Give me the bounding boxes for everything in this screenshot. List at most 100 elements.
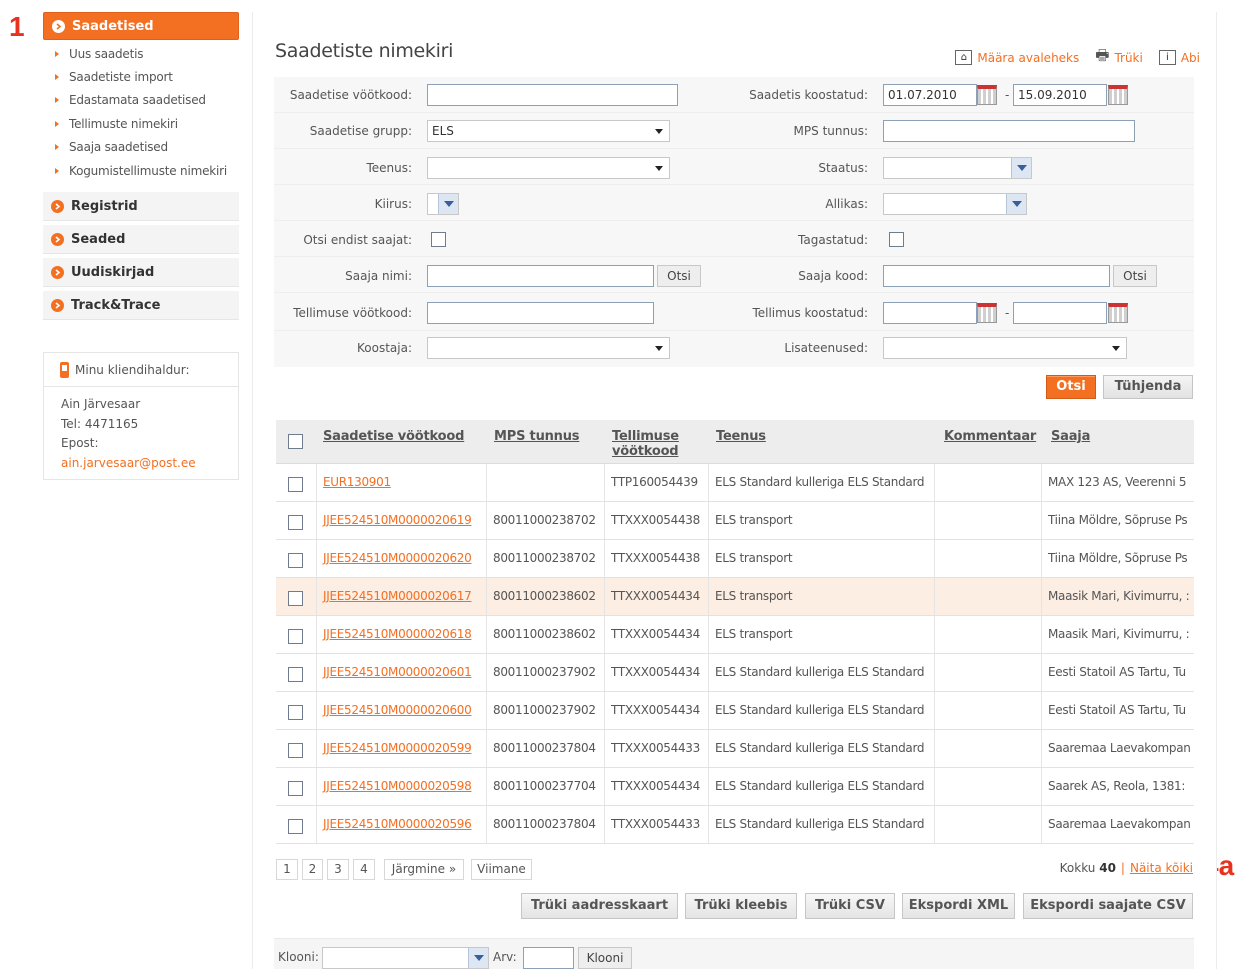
- count-input[interactable]: [523, 947, 574, 969]
- sidebar-item-uudiskirjad[interactable]: Uudiskirjad: [43, 258, 239, 288]
- clone-button[interactable]: Klooni: [578, 947, 632, 969]
- shipment-link[interactable]: JJEE524510M0000020600: [323, 703, 472, 717]
- table-row[interactable]: JJEE524510M0000020620 80011000238702 TTXXX…: [276, 540, 1194, 578]
- table-row[interactable]: JJEE524510M0000020619 80011000238702 TTXXX…: [276, 502, 1194, 540]
- recipient-code-search-button[interactable]: Otsi: [1113, 265, 1157, 287]
- sidebar-subitem-orders[interactable]: Tellimuste nimekiri: [55, 112, 239, 135]
- table-row[interactable]: JJEE524510M0000020598 80011000237704 TTXXX…: [276, 768, 1194, 806]
- order-date-from-input[interactable]: [883, 302, 977, 324]
- table-row[interactable]: EUR130901 TTP160054439 ELS Standard kuller…: [276, 464, 1194, 502]
- page-2[interactable]: 2: [302, 859, 323, 880]
- sidebar-subitem-new[interactable]: Uus saadetis: [55, 42, 239, 65]
- shipment-link[interactable]: JJEE524510M0000020596: [323, 817, 472, 831]
- source-select[interactable]: [883, 193, 1027, 215]
- row-checkbox[interactable]: [288, 781, 303, 796]
- returned-checkbox[interactable]: [889, 232, 904, 247]
- next-page[interactable]: Järgmine »: [384, 859, 464, 880]
- page-3[interactable]: 3: [327, 859, 349, 880]
- print-label-button[interactable]: Trüki kleebis: [685, 893, 797, 919]
- recipient-search-button[interactable]: Otsi: [657, 265, 701, 287]
- sidebar-item-saadetised[interactable]: Saadetised: [43, 12, 239, 40]
- col-mps[interactable]: MPS tunnus: [494, 429, 580, 444]
- calendar-icon[interactable]: [977, 303, 997, 323]
- table-row[interactable]: JJEE524510M0000020617 80011000238602 TTXXX…: [276, 578, 1194, 616]
- row-checkbox[interactable]: [288, 743, 303, 758]
- table-row[interactable]: JJEE524510M0000020618 80011000238602 TTXXX…: [276, 616, 1194, 654]
- print-csv-button[interactable]: Trüki CSV: [805, 893, 895, 919]
- mps-input[interactable]: [883, 120, 1135, 142]
- clear-button[interactable]: Tühjenda: [1103, 375, 1193, 399]
- recipient-code-input[interactable]: [883, 265, 1110, 287]
- row-checkbox[interactable]: [288, 705, 303, 720]
- clone-select[interactable]: [322, 947, 489, 969]
- order-barcode-input[interactable]: [427, 302, 654, 324]
- shipment-link[interactable]: JJEE524510M0000020617: [323, 589, 472, 603]
- page-4[interactable]: 4: [353, 859, 375, 880]
- show-all-link[interactable]: Näita kõiki: [1130, 861, 1193, 875]
- recipient-name-input[interactable]: [427, 265, 654, 287]
- group-select[interactable]: ELS: [427, 120, 670, 142]
- search-button[interactable]: Otsi: [1046, 375, 1096, 399]
- sidebar-subitem-collection[interactable]: Kogumistellimuste nimekiri: [55, 159, 239, 182]
- table-cell: 80011000237804: [486, 806, 604, 843]
- shipment-link[interactable]: JJEE524510M0000020619: [323, 513, 472, 527]
- calendar-icon[interactable]: [977, 85, 997, 105]
- status-select[interactable]: [883, 157, 1032, 179]
- date-from-input[interactable]: 01.07.2010: [883, 84, 977, 106]
- shipment-link[interactable]: JJEE524510M0000020618: [323, 627, 472, 641]
- table-cell: EUR130901: [316, 464, 486, 501]
- page-1[interactable]: 1: [276, 859, 298, 880]
- export-xml-button[interactable]: Ekspordi XML: [902, 893, 1015, 919]
- manager-email-link[interactable]: ain.jarvesaar@post.ee: [61, 456, 196, 470]
- cell-text: 80011000237902: [493, 703, 596, 717]
- sidebar-subitem-unsent[interactable]: Edastamata saadetised: [55, 89, 239, 112]
- print-address-card-button[interactable]: Trüki aadresskaart: [521, 893, 678, 919]
- export-recipients-csv-button[interactable]: Ekspordi saajate CSV: [1023, 893, 1193, 919]
- table-row[interactable]: JJEE524510M0000020596 80011000237804 TTXXX…: [276, 806, 1194, 844]
- chevron-right-icon: [52, 19, 65, 33]
- barcode-input[interactable]: [427, 84, 678, 106]
- calendar-icon[interactable]: [1108, 85, 1128, 105]
- select-all-checkbox[interactable]: [288, 434, 303, 449]
- table-row[interactable]: JJEE524510M0000020600 80011000237902 TTXXX…: [276, 692, 1194, 730]
- col-service[interactable]: Teenus: [716, 429, 766, 444]
- col-order-barcode[interactable]: Tellimuse vöötkood: [612, 429, 702, 459]
- help-link[interactable]: i Abi: [1158, 45, 1200, 70]
- cell-text: Tiina Möldre, Sõpruse Ps: [1048, 551, 1188, 565]
- shipment-link[interactable]: EUR130901: [323, 475, 391, 489]
- row-checkbox[interactable]: [288, 629, 303, 644]
- row-checkbox[interactable]: [288, 553, 303, 568]
- sidebar-item-seaded[interactable]: Seaded: [43, 225, 239, 255]
- arrow-right-icon: [55, 120, 59, 127]
- set-homepage-link[interactable]: ⌂ Määra avaleheks: [955, 45, 1079, 70]
- shipment-link[interactable]: JJEE524510M0000020620: [323, 551, 472, 565]
- speed-select[interactable]: [427, 193, 459, 215]
- service-select[interactable]: [427, 157, 670, 179]
- row-checkbox[interactable]: [288, 515, 303, 530]
- table-cell: TTXXX0054434: [604, 768, 708, 805]
- former-recipient-checkbox[interactable]: [431, 232, 446, 247]
- print-link[interactable]: 🖶 Trüki: [1095, 45, 1143, 70]
- col-recipient[interactable]: Saaja: [1051, 429, 1090, 444]
- row-checkbox[interactable]: [288, 477, 303, 492]
- shipment-link[interactable]: JJEE524510M0000020599: [323, 741, 472, 755]
- row-checkbox[interactable]: [288, 591, 303, 606]
- sidebar-subitem-import[interactable]: Saadetiste import: [55, 65, 239, 88]
- sidebar-item-track-trace[interactable]: Track&Trace: [43, 291, 239, 321]
- col-comment[interactable]: Kommentaar: [944, 429, 1036, 444]
- creator-select[interactable]: [427, 337, 670, 359]
- extra-services-select[interactable]: [883, 337, 1127, 359]
- last-page[interactable]: Viimane: [471, 859, 532, 880]
- table-row[interactable]: JJEE524510M0000020601 80011000237902 TTXXX…: [276, 654, 1194, 692]
- order-date-to-input[interactable]: [1013, 302, 1107, 324]
- shipment-link[interactable]: JJEE524510M0000020601: [323, 665, 472, 679]
- table-row[interactable]: JJEE524510M0000020599 80011000237804 TTXXX…: [276, 730, 1194, 768]
- shipment-link[interactable]: JJEE524510M0000020598: [323, 779, 472, 793]
- row-checkbox[interactable]: [288, 819, 303, 834]
- row-checkbox[interactable]: [288, 667, 303, 682]
- sidebar-subitem-recipient[interactable]: Saaja saadetised: [55, 136, 239, 159]
- col-barcode[interactable]: Saadetise vöötkood: [323, 429, 464, 444]
- sidebar-item-registrid[interactable]: Registrid: [43, 192, 239, 222]
- calendar-icon[interactable]: [1108, 303, 1128, 323]
- date-to-input[interactable]: 15.09.2010: [1013, 84, 1107, 106]
